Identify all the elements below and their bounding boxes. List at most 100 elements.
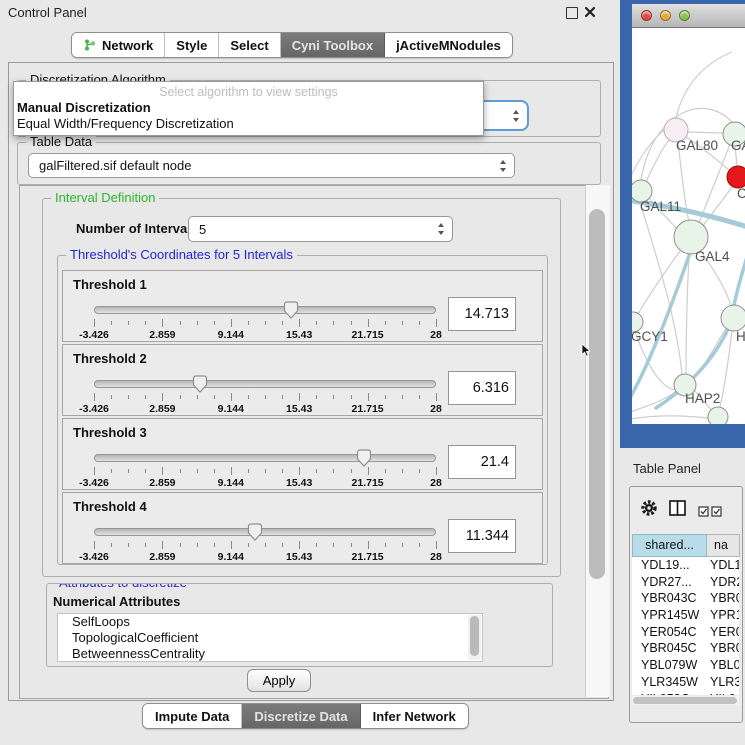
- threshold-slider[interactable]: -3.4262.8599.14415.4321.71528: [94, 375, 436, 415]
- table-row[interactable]: YDR27...YDR2: [632, 574, 739, 591]
- scrollbar-thumb[interactable]: [633, 697, 737, 704]
- checkbox-icon[interactable]: [698, 504, 724, 522]
- slider-track[interactable]: [94, 306, 436, 314]
- float-icon[interactable]: [566, 7, 578, 19]
- cell: YIL052C: [632, 691, 705, 696]
- table-row[interactable]: YER054CYER0: [632, 624, 739, 641]
- spinner-icon[interactable]: [499, 159, 507, 173]
- tab-discretize-data[interactable]: Discretize Data: [242, 704, 360, 728]
- attributes-group: Attributes to discretize Numerical Attri…: [46, 583, 553, 667]
- control-panel-tabs: Network Style Select Cyni Toolbox jActiv…: [71, 32, 513, 58]
- apply-button[interactable]: Apply: [247, 669, 311, 692]
- slider-track[interactable]: [94, 380, 436, 388]
- slider-handle[interactable]: [247, 523, 263, 541]
- tab-network[interactable]: Network: [72, 33, 165, 57]
- threshold-row: Threshold 3 -3.4262.8599.14415.4321.7152…: [62, 418, 543, 490]
- gear-icon[interactable]: [640, 499, 658, 522]
- node-label: GAL11: [640, 199, 681, 214]
- slider-track[interactable]: [94, 528, 436, 536]
- mouse-cursor: [581, 344, 592, 357]
- node-label: H: [736, 329, 745, 344]
- cell: YPR145W: [632, 607, 705, 624]
- threshold-value-field[interactable]: 14.713: [448, 297, 516, 331]
- list-scrollbar[interactable]: [468, 615, 481, 660]
- close-icon[interactable]: [584, 5, 596, 19]
- table-row[interactable]: YBR045CYBR0: [632, 640, 739, 657]
- tab-infer-network[interactable]: Infer Network: [361, 704, 468, 728]
- threshold-slider[interactable]: -3.4262.8599.14415.4321.71528: [94, 449, 436, 489]
- threshold-slider[interactable]: -3.4262.8599.14415.4321.71528: [94, 301, 436, 341]
- list-item[interactable]: BetweennessCentrality: [58, 646, 482, 662]
- threshold-row: Threshold 1 -3.4262.8599.14415.4321.7152…: [62, 270, 543, 342]
- tab-label: jActiveMNodules: [396, 38, 501, 53]
- threshold-value-field[interactable]: 21.4: [448, 445, 516, 479]
- popup-option-manual[interactable]: Manual Discretization: [14, 100, 483, 116]
- close-traffic-light-icon[interactable]: [641, 10, 652, 21]
- threshold-value-field[interactable]: 11.344: [448, 519, 516, 553]
- slider-handle[interactable]: [283, 301, 299, 319]
- node-label: GCY1: [632, 329, 668, 344]
- network-view[interactable]: GAL80 GA C GAL11 GAL4 GCY1 H HAP2: [632, 28, 745, 424]
- network-window: GAL80 GA C GAL11 GAL4 GCY1 H HAP2: [620, 0, 745, 448]
- node-red-selected[interactable]: [727, 166, 745, 188]
- control-panel-titlebar[interactable]: Control Panel: [0, 0, 620, 26]
- table-data-group: Table Data galFiltered.sif default node: [17, 142, 601, 185]
- slider-ticks: [94, 467, 436, 476]
- cell: YLR345W: [632, 674, 705, 691]
- column-header-shared-name[interactable]: shared...: [632, 534, 707, 557]
- list-item[interactable]: TopologicalCoefficient: [58, 630, 482, 646]
- slider-track[interactable]: [94, 454, 436, 462]
- table-panel: shared... na YDL19...YDL1 YDR27...YDR2 Y…: [629, 486, 743, 723]
- threshold-label: Threshold 3: [73, 425, 147, 440]
- algorithm-dropdown-popup: Select algorithm to view settings Manual…: [13, 81, 484, 136]
- threshold-slider[interactable]: -3.4262.8599.14415.4321.71528: [94, 523, 436, 563]
- tab-select[interactable]: Select: [219, 33, 280, 57]
- columns-icon[interactable]: [669, 500, 686, 521]
- scrollbar-thumb[interactable]: [470, 616, 479, 656]
- column-header-name[interactable]: na: [707, 534, 740, 557]
- table-row[interactable]: YLR345WYLR3: [632, 674, 739, 691]
- network-window-titlebar[interactable]: [632, 4, 745, 28]
- spinner-icon[interactable]: [512, 109, 520, 123]
- tab-style[interactable]: Style: [165, 33, 219, 57]
- num-intervals-combobox[interactable]: 5: [188, 216, 453, 242]
- slider-handle[interactable]: [192, 375, 208, 393]
- cell: YDR2: [705, 575, 739, 589]
- tab-label: Style: [176, 38, 207, 53]
- network-icon: [83, 38, 96, 52]
- cell: YBL079W: [632, 657, 705, 674]
- node-h[interactable]: [721, 305, 745, 331]
- popup-option-equal-width[interactable]: Equal Width/Frequency Discretization: [14, 116, 483, 132]
- threshold-value-field[interactable]: 6.316: [448, 371, 516, 405]
- minimize-traffic-light-icon[interactable]: [660, 10, 671, 21]
- numerical-attributes-label: Numerical Attributes: [53, 594, 180, 609]
- table-row[interactable]: YBL079WYBL0: [632, 657, 739, 674]
- vertical-scrollbar[interactable]: [585, 185, 610, 697]
- spinner-icon[interactable]: [437, 222, 445, 236]
- settings-scroll-area: Interval Definition Number of Intervals …: [19, 185, 609, 699]
- table-row[interactable]: YPR145WYPR1: [632, 607, 739, 624]
- table-panel-title: Table Panel: [633, 461, 701, 476]
- table-row[interactable]: YDL19...YDL1: [632, 557, 739, 574]
- tab-cyni-toolbox[interactable]: Cyni Toolbox: [281, 33, 385, 57]
- table-row[interactable]: YIL052CYIL0: [632, 691, 739, 696]
- tab-impute-data[interactable]: Impute Data: [143, 704, 242, 728]
- node-partial[interactable]: [708, 407, 728, 424]
- cell: YER054C: [632, 624, 705, 641]
- combo-value: galFiltered.sif default node: [39, 158, 191, 173]
- cell: YBR043C: [632, 590, 705, 607]
- horizontal-scrollbar[interactable]: [632, 696, 739, 705]
- bottom-tabs: Impute Data Discretize Data Infer Networ…: [142, 703, 469, 729]
- node-label: C: [737, 186, 745, 201]
- attributes-list[interactable]: SelfLoops TopologicalCoefficient Between…: [57, 613, 483, 662]
- table-body: YDL19...YDL1 YDR27...YDR2 YBR043CYBR0 YP…: [632, 557, 739, 695]
- list-item[interactable]: SelfLoops: [58, 614, 482, 630]
- scrollbar-thumb[interactable]: [589, 209, 605, 579]
- threshold-label: Threshold 4: [73, 499, 147, 514]
- table-row[interactable]: YBR043CYBR0: [632, 590, 739, 607]
- slider-handle[interactable]: [356, 449, 372, 467]
- zoom-traffic-light-icon[interactable]: [679, 10, 690, 21]
- table-data-combobox[interactable]: galFiltered.sif default node: [28, 153, 515, 178]
- tab-jactivemnodules[interactable]: jActiveMNodules: [385, 33, 512, 57]
- slider-ticks: [94, 393, 436, 402]
